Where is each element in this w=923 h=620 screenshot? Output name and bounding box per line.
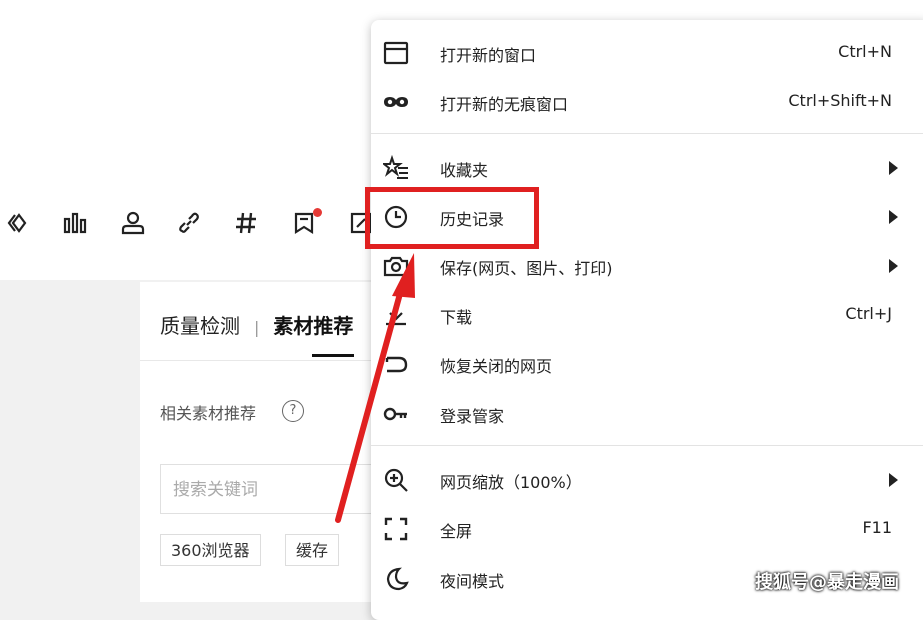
link-icon[interactable] — [174, 208, 204, 238]
menu-item-label: 登录管家 — [440, 407, 505, 426]
menu-item-save[interactable]: 保存(网页、图片、打印) — [371, 243, 923, 289]
key-icon — [383, 401, 409, 427]
watermark: 搜狐号@暴走漫画 — [755, 572, 899, 593]
menu-item-label: 打开新的窗口 — [440, 46, 537, 65]
submenu-arrow-icon — [889, 210, 898, 224]
favorites-star-icon — [383, 155, 409, 181]
menu-item-shortcut: Ctrl+J — [845, 304, 892, 323]
menu-item-new-incognito-window[interactable]: 打开新的无痕窗口 Ctrl+Shift+N — [371, 79, 923, 125]
tab-material-recommend[interactable]: 素材推荐 — [273, 310, 353, 339]
bar-chart-icon[interactable] — [60, 208, 90, 238]
menu-item-label: 网页缩放（100%） — [440, 473, 582, 492]
zoom-icon — [383, 467, 409, 493]
submenu-arrow-icon — [889, 473, 898, 487]
highlight-box — [365, 187, 539, 249]
menu-separator — [371, 133, 923, 134]
search-input[interactable]: 搜索关键词 — [160, 464, 390, 514]
code-icon[interactable] — [4, 208, 34, 238]
menu-item-label: 收藏夹 — [440, 161, 489, 180]
keyword-chip[interactable]: 缓存 — [285, 534, 340, 566]
person-icon[interactable] — [118, 208, 148, 238]
menu-item-label: 全屏 — [440, 522, 473, 541]
menu-item-downloads[interactable]: 下载 Ctrl+J — [371, 292, 923, 338]
menu-item-label: 保存(网页、图片、打印) — [440, 259, 613, 278]
submenu-arrow-icon — [889, 259, 898, 273]
menu-item-label: 夜间模式 — [440, 572, 505, 591]
moon-icon — [383, 566, 409, 592]
incognito-icon — [383, 89, 409, 115]
keyword-chip[interactable]: 360浏览器 — [160, 534, 261, 566]
menu-separator — [371, 445, 923, 446]
menu-item-label: 打开新的无痕窗口 — [440, 95, 569, 114]
panel-tabs: 质量检测 | 素材推荐 — [160, 310, 353, 339]
submenu-arrow-icon — [889, 161, 898, 175]
tab-quality-check[interactable]: 质量检测 — [160, 310, 240, 339]
help-icon[interactable]: ? — [282, 400, 304, 422]
recommend-title: 相关素材推荐 — [160, 404, 257, 423]
camera-icon — [383, 253, 409, 279]
fullscreen-icon — [383, 516, 409, 542]
download-icon — [383, 302, 409, 328]
restore-icon — [383, 351, 409, 377]
menu-item-favorites[interactable]: 收藏夹 — [371, 145, 923, 191]
panel-divider — [140, 360, 390, 361]
menu-item-zoom[interactable]: 网页缩放（100%） — [371, 457, 923, 503]
tab-separator: | — [254, 318, 260, 337]
active-tab-indicator — [312, 354, 354, 357]
menu-item-login-manager[interactable]: 登录管家 — [371, 391, 923, 437]
menu-item-shortcut: Ctrl+Shift+N — [788, 91, 892, 110]
menu-item-restore-closed[interactable]: 恢复关闭的网页 — [371, 341, 923, 387]
window-icon — [383, 40, 409, 66]
hash-icon[interactable] — [231, 208, 261, 238]
menu-item-shortcut: Ctrl+N — [838, 42, 892, 61]
side-panel: 质量检测 | 素材推荐 相关素材推荐 ? 搜索关键词 360浏览器 缓存 — [140, 282, 390, 602]
menu-item-label: 恢复关闭的网页 — [440, 357, 553, 376]
notification-dot — [313, 208, 322, 217]
menu-item-fullscreen[interactable]: 全屏 F11 — [371, 506, 923, 552]
menu-item-shortcut: F11 — [862, 518, 892, 537]
menu-item-new-window[interactable]: 打开新的窗口 Ctrl+N — [371, 30, 923, 76]
browser-main-menu: 打开新的窗口 Ctrl+N 打开新的无痕窗口 Ctrl+Shift+N 收藏夹 … — [371, 20, 923, 620]
menu-item-label: 下载 — [440, 308, 473, 327]
